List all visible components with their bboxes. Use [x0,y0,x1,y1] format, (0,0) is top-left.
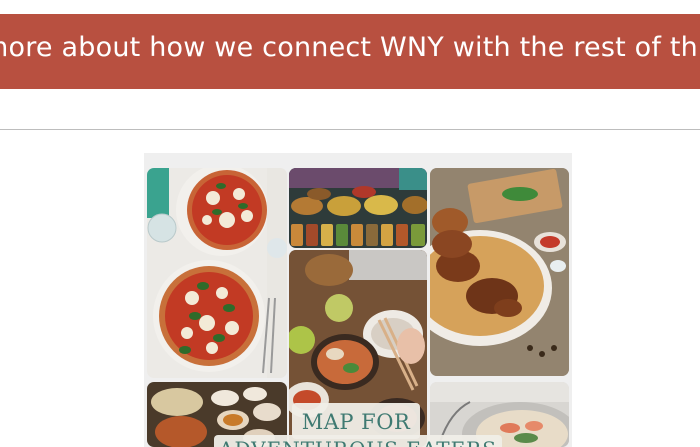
spice-market-photo [289,168,427,248]
collage-label-line1: MAP FOR [292,403,420,439]
collage-label-line2: ADVENTUROUS EATERS [214,435,502,447]
section-divider [0,129,700,130]
promo-banner[interactable]: more about how we connect WNY with the r… [0,14,700,89]
roast-chicken-rice-photo [430,168,569,376]
promo-banner-text[interactable]: more about how we connect WNY with the r… [0,32,698,63]
food-collage-image[interactable]: MAP FOR ADVENTUROUS EATERS [144,153,572,447]
pizza-photo [147,168,287,378]
